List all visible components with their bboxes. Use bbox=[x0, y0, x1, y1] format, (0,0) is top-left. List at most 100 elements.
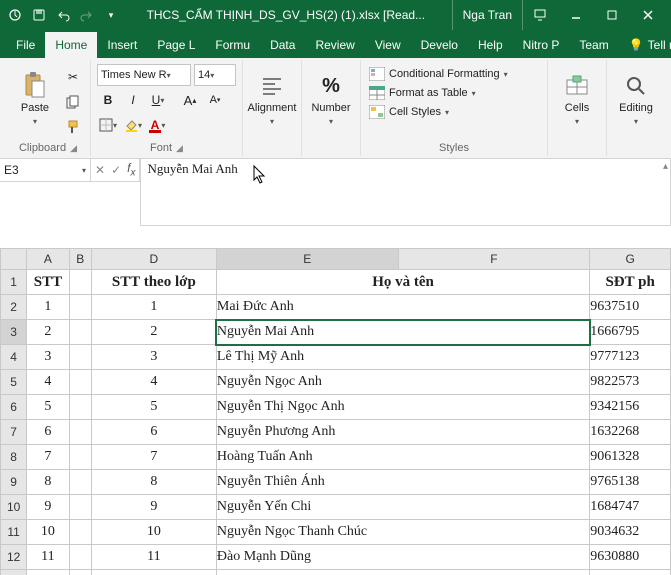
font-name-select[interactable]: Times New R ▾ bbox=[97, 64, 191, 86]
tab-develo[interactable]: Develo bbox=[411, 32, 468, 58]
tab-data[interactable]: Data bbox=[260, 32, 305, 58]
cell[interactable] bbox=[69, 470, 91, 495]
fx-icon[interactable]: fx bbox=[127, 161, 135, 178]
row-header[interactable]: 8 bbox=[1, 445, 27, 470]
cell[interactable]: 9130862 bbox=[590, 570, 671, 575]
cell[interactable]: Nguyễn Phương Anh bbox=[216, 420, 589, 445]
increase-font-icon[interactable]: A▴ bbox=[179, 89, 201, 111]
cell[interactable]: 9342156 bbox=[590, 395, 671, 420]
italic-button[interactable]: I bbox=[122, 89, 144, 111]
font-launcher-icon[interactable]: ◢ bbox=[176, 143, 183, 154]
format-table-button[interactable]: Format as Table▾ bbox=[367, 85, 510, 101]
underline-button[interactable]: U▾ bbox=[147, 89, 169, 111]
column-header[interactable]: D bbox=[91, 249, 216, 270]
cell[interactable]: 9061328 bbox=[590, 445, 671, 470]
cell[interactable]: Tạ Khải Đức bbox=[216, 570, 589, 575]
cell[interactable]: 5 bbox=[27, 395, 69, 420]
cell[interactable]: Lê Thị Mỹ Anh bbox=[216, 345, 589, 370]
tab-insert[interactable]: Insert bbox=[97, 32, 147, 58]
cell[interactable] bbox=[69, 270, 91, 295]
row-header[interactable]: 9 bbox=[1, 470, 27, 495]
cell[interactable]: 1632268 bbox=[590, 420, 671, 445]
clipboard-launcher-icon[interactable]: ◢ bbox=[70, 143, 77, 154]
cell[interactable] bbox=[69, 545, 91, 570]
formula-input[interactable]: Nguyễn Mai Anh ▴ bbox=[140, 159, 671, 226]
bold-button[interactable]: B bbox=[97, 89, 119, 111]
select-all[interactable] bbox=[1, 249, 27, 270]
row-header[interactable]: 6 bbox=[1, 395, 27, 420]
cell[interactable]: 5 bbox=[91, 395, 216, 420]
row-header[interactable]: 13 bbox=[1, 570, 27, 575]
paste-button[interactable]: Paste ▾ bbox=[12, 64, 58, 134]
font-color-icon[interactable]: A▾ bbox=[147, 114, 169, 136]
column-header[interactable]: F bbox=[398, 249, 590, 270]
column-header[interactable]: E bbox=[216, 249, 398, 270]
collapse-formula-icon[interactable]: ▴ bbox=[663, 161, 668, 172]
cell[interactable] bbox=[69, 345, 91, 370]
ribbon-options-icon[interactable] bbox=[523, 3, 557, 27]
cell[interactable]: Nguyễn Ngọc Thanh Chúc bbox=[216, 520, 589, 545]
cell[interactable] bbox=[69, 395, 91, 420]
cell[interactable] bbox=[69, 495, 91, 520]
cell[interactable]: 4 bbox=[27, 370, 69, 395]
cell[interactable]: 6 bbox=[27, 420, 69, 445]
editing-button[interactable]: Editing▾ bbox=[613, 64, 659, 134]
column-header[interactable]: A bbox=[27, 249, 69, 270]
tab-formu[interactable]: Formu bbox=[205, 32, 260, 58]
cell[interactable]: Nguyễn Thị Ngọc Anh bbox=[216, 395, 589, 420]
cell[interactable]: SĐT ph bbox=[590, 270, 671, 295]
cell[interactable] bbox=[69, 520, 91, 545]
format-painter-icon[interactable] bbox=[62, 116, 84, 138]
cell[interactable]: 10 bbox=[91, 520, 216, 545]
cell[interactable]: 8 bbox=[91, 470, 216, 495]
cell[interactable]: 9034632 bbox=[590, 520, 671, 545]
tab-team[interactable]: Team bbox=[569, 32, 618, 58]
cell[interactable]: 9 bbox=[91, 495, 216, 520]
cell[interactable]: Mai Đức Anh bbox=[216, 295, 589, 320]
cell[interactable]: 2 bbox=[27, 320, 69, 345]
copy-icon[interactable] bbox=[62, 91, 84, 113]
cell[interactable] bbox=[69, 370, 91, 395]
cell[interactable]: 12 bbox=[27, 570, 69, 575]
minimize-icon[interactable] bbox=[559, 3, 593, 27]
cell[interactable]: 3 bbox=[91, 345, 216, 370]
cell[interactable]: 1 bbox=[27, 295, 69, 320]
cell[interactable]: 11 bbox=[27, 545, 69, 570]
maximize-icon[interactable] bbox=[595, 3, 629, 27]
cells-button[interactable]: Cells▾ bbox=[554, 64, 600, 134]
tell-me[interactable]: 💡Tell me bbox=[619, 32, 671, 58]
cell[interactable]: 1666795 bbox=[590, 320, 671, 345]
cell[interactable]: Đào Mạnh Dũng bbox=[216, 545, 589, 570]
cell[interactable] bbox=[69, 420, 91, 445]
cell[interactable]: 6 bbox=[91, 420, 216, 445]
font-size-select[interactable]: 14 ▾ bbox=[194, 64, 236, 86]
cell[interactable]: 12 bbox=[91, 570, 216, 575]
cell[interactable]: 11 bbox=[91, 545, 216, 570]
cut-icon[interactable]: ✂ bbox=[62, 66, 84, 88]
tab-nitrop[interactable]: Nitro P bbox=[513, 32, 570, 58]
cell[interactable]: 9 bbox=[27, 495, 69, 520]
cell[interactable]: 9637510 bbox=[590, 295, 671, 320]
number-button[interactable]: % Number▾ bbox=[308, 64, 354, 134]
tab-view[interactable]: View bbox=[365, 32, 411, 58]
redo-icon[interactable] bbox=[78, 6, 96, 24]
decrease-font-icon[interactable]: A▾ bbox=[204, 89, 226, 111]
cell[interactable]: 7 bbox=[91, 445, 216, 470]
cell[interactable]: STT bbox=[27, 270, 69, 295]
cell[interactable]: 7 bbox=[27, 445, 69, 470]
cell[interactable]: 8 bbox=[27, 470, 69, 495]
cell[interactable]: Họ và tên bbox=[216, 270, 589, 295]
alignment-button[interactable]: Alignment▾ bbox=[249, 64, 295, 134]
cell[interactable]: Nguyễn Yến Chi bbox=[216, 495, 589, 520]
cell[interactable]: 9765138 bbox=[590, 470, 671, 495]
row-header[interactable]: 11 bbox=[1, 520, 27, 545]
borders-icon[interactable]: ▾ bbox=[97, 114, 119, 136]
cell[interactable]: 10 bbox=[27, 520, 69, 545]
cell[interactable]: 1 bbox=[91, 295, 216, 320]
cell[interactable]: 9777123 bbox=[590, 345, 671, 370]
column-header[interactable]: G bbox=[590, 249, 671, 270]
tab-pagel[interactable]: Page L bbox=[147, 32, 205, 58]
tab-home[interactable]: Home bbox=[45, 32, 97, 58]
tab-help[interactable]: Help bbox=[468, 32, 513, 58]
cell[interactable]: 3 bbox=[27, 345, 69, 370]
